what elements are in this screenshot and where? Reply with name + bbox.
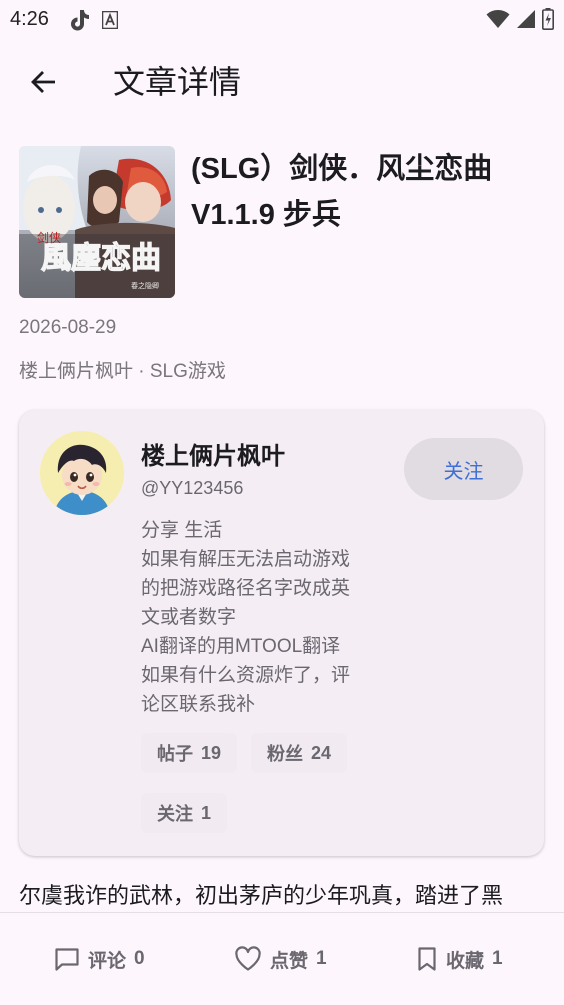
- battery-charging-icon: [542, 8, 554, 35]
- stat-fans-value: 24: [311, 742, 332, 763]
- author-bio: 分享 生活 如果有解压无法启动游戏 的把游戏路径名字改成英 文或者数字 AI翻译…: [141, 516, 381, 719]
- bio-line: 如果有什么资源炸了，评: [141, 665, 351, 686]
- comment-label: 评论: [88, 950, 127, 972]
- app-bar: 文章详情: [0, 50, 564, 114]
- cover-image[interactable]: 風塵恋曲 剑侠 春之隐卿: [19, 146, 175, 298]
- bio-line: 分享 生活: [141, 520, 223, 541]
- follow-button[interactable]: 关注: [404, 438, 523, 500]
- bio-line: 文或者数字: [141, 607, 237, 628]
- comment-button[interactable]: 评论 0: [54, 941, 145, 977]
- favorite-button[interactable]: 收藏 1: [416, 941, 503, 977]
- stat-posts-value: 19: [201, 742, 222, 763]
- author-card: 楼上俩片枫叶 @YY123456 关注 分享 生活 如果有解压无法启动游戏 的把…: [19, 410, 544, 856]
- status-time: 4:26: [10, 8, 49, 30]
- bottom-action-bar: 评论 0 点赞 1 收藏 1: [0, 912, 564, 1005]
- bio-line: 的把游戏路径名字改成英: [141, 578, 351, 599]
- author-handle: @YY123456: [141, 478, 244, 498]
- stat-following-label: 关注: [157, 804, 193, 824]
- comment-icon: [54, 946, 80, 972]
- cover-small-text: 春之隐卿: [131, 281, 159, 290]
- stat-fans[interactable]: 粉丝 24: [251, 733, 348, 773]
- favorite-label: 收藏: [446, 950, 485, 972]
- like-label: 点赞: [270, 950, 309, 972]
- signal-icon: [516, 9, 536, 34]
- avatar[interactable]: [40, 431, 124, 515]
- font-a-icon: [101, 10, 119, 34]
- bio-line: 如果有解压无法启动游戏: [141, 549, 351, 570]
- arrow-left-icon: [30, 68, 58, 101]
- article-title: (SLG）剑侠．风尘恋曲V1.1.9 步兵: [191, 153, 493, 231]
- bookmark-icon: [416, 946, 438, 972]
- comment-count: 0: [134, 948, 145, 969]
- bio-line: 论区联系我补: [141, 694, 256, 715]
- author-name[interactable]: 楼上俩片枫叶: [141, 436, 285, 471]
- cover-title-text: 風塵恋曲: [41, 241, 161, 276]
- bio-line: AI翻译的用MTOOL翻译: [141, 636, 341, 657]
- stat-following-value: 1: [201, 802, 212, 823]
- article-meta[interactable]: 楼上俩片枫叶 · SLG游戏: [19, 356, 226, 383]
- cover-side-text: 剑侠: [37, 230, 61, 245]
- tiktok-icon: [68, 8, 90, 37]
- favorite-count: 1: [492, 948, 503, 969]
- wifi-icon: [486, 9, 510, 34]
- stat-fans-label: 粉丝: [267, 744, 303, 764]
- article-date: 2026-08-29: [19, 317, 117, 338]
- like-count: 1: [316, 948, 327, 969]
- article-body: 尔虞我诈的武林，初出茅庐的少年巩真，踏进了黑: [19, 883, 504, 908]
- heart-icon: [234, 946, 262, 972]
- page-title: 文章详情: [113, 64, 242, 100]
- stat-posts-label: 帖子: [157, 744, 193, 764]
- stat-posts[interactable]: 帖子 19: [141, 733, 238, 773]
- like-button[interactable]: 点赞 1: [234, 941, 327, 977]
- back-button[interactable]: [22, 62, 66, 106]
- stat-following[interactable]: 关注 1: [141, 793, 228, 833]
- status-bar: 4:26: [0, 0, 564, 40]
